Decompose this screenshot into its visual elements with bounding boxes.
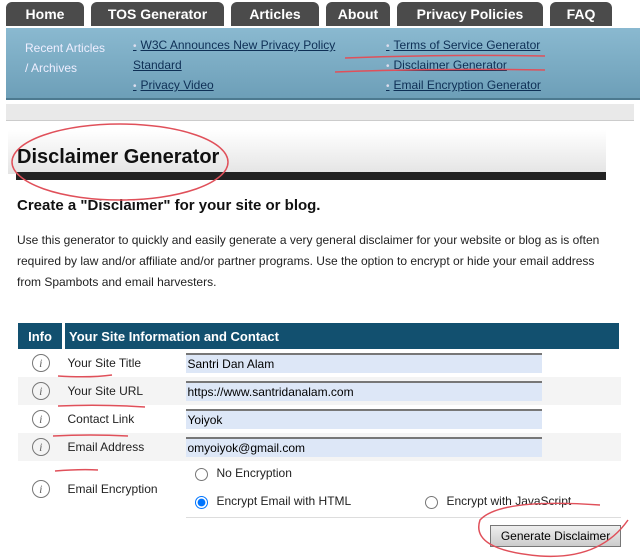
form-row: i Email Encryption No Encryption Encrypt …	[18, 461, 621, 518]
form-row: i Your Site Title	[18, 349, 621, 377]
form-row: i Your Site URL	[18, 377, 621, 405]
site-info-form: Info Your Site Information and Contact iY…	[18, 323, 622, 518]
tab-home[interactable]: Home	[6, 2, 84, 26]
tab-faq[interactable]: FAQ	[550, 2, 612, 26]
link-disclaimer-generator[interactable]: • Disclaimer Generator	[386, 58, 507, 72]
link-tos-generator[interactable]: • Terms of Service Generator	[386, 38, 540, 52]
contact-link-input[interactable]	[185, 409, 542, 429]
field-label: Your Site URL	[63, 377, 186, 405]
field-label: Email Encryption	[67, 482, 158, 496]
tab-articles[interactable]: Articles	[231, 2, 319, 26]
info-icon[interactable]: i	[31, 410, 50, 428]
page-description: Use this generator to quickly and easily…	[17, 233, 600, 289]
page-title: Disclaimer Generator	[17, 146, 220, 168]
form-row: i Contact Link	[18, 405, 621, 433]
radio-no-encryption[interactable]: No Encryption	[190, 465, 292, 481]
email-address-input[interactable]	[185, 437, 542, 457]
title-bar	[16, 172, 606, 180]
link-privacy-video[interactable]: • Privacy Video	[133, 78, 214, 92]
info-icon[interactable]: i	[31, 354, 50, 372]
link-w3c-cont[interactable]: Standard	[133, 58, 182, 72]
field-label: Contact Link	[67, 412, 135, 426]
col-info: Info	[18, 323, 65, 349]
form-row: i Email Address	[18, 433, 621, 461]
col-site-info: Your Site Information and Contact	[63, 323, 622, 349]
generate-disclaimer-button[interactable]: Generate Disclaimer	[490, 525, 621, 547]
site-title-input[interactable]	[185, 353, 542, 373]
radio-encrypt-html[interactable]: Encrypt Email with HTML	[190, 493, 351, 509]
radio-encrypt-javascript[interactable]: Encrypt with JavaScript	[420, 493, 571, 509]
recent-articles-panel: Recent Articles / Archives • W3C Announces…	[6, 28, 640, 100]
recent-articles-label: Recent Articles / Archives	[25, 41, 106, 75]
main-nav: Home TOS Generator Articles About Privac…	[6, 2, 612, 26]
tab-tos-generator[interactable]: TOS Generator	[91, 2, 224, 26]
info-icon[interactable]: i	[31, 438, 50, 456]
info-icon[interactable]: i	[31, 382, 50, 400]
tab-privacy-policies[interactable]: Privacy Policies	[397, 2, 543, 26]
site-url-input[interactable]	[185, 381, 542, 401]
tab-about[interactable]: About	[326, 2, 390, 26]
info-icon[interactable]: i	[31, 480, 50, 498]
link-email-encryption[interactable]: • Email Encryption Generator	[386, 78, 541, 92]
field-label: Email Address	[63, 433, 186, 461]
divider-strip	[6, 104, 634, 121]
page-subtitle: Create a "Disclaimer" for your site or b…	[17, 197, 321, 214]
field-label: Your Site Title	[67, 356, 142, 370]
link-w3c[interactable]: • W3C Announces New Privacy Policy	[133, 38, 335, 52]
